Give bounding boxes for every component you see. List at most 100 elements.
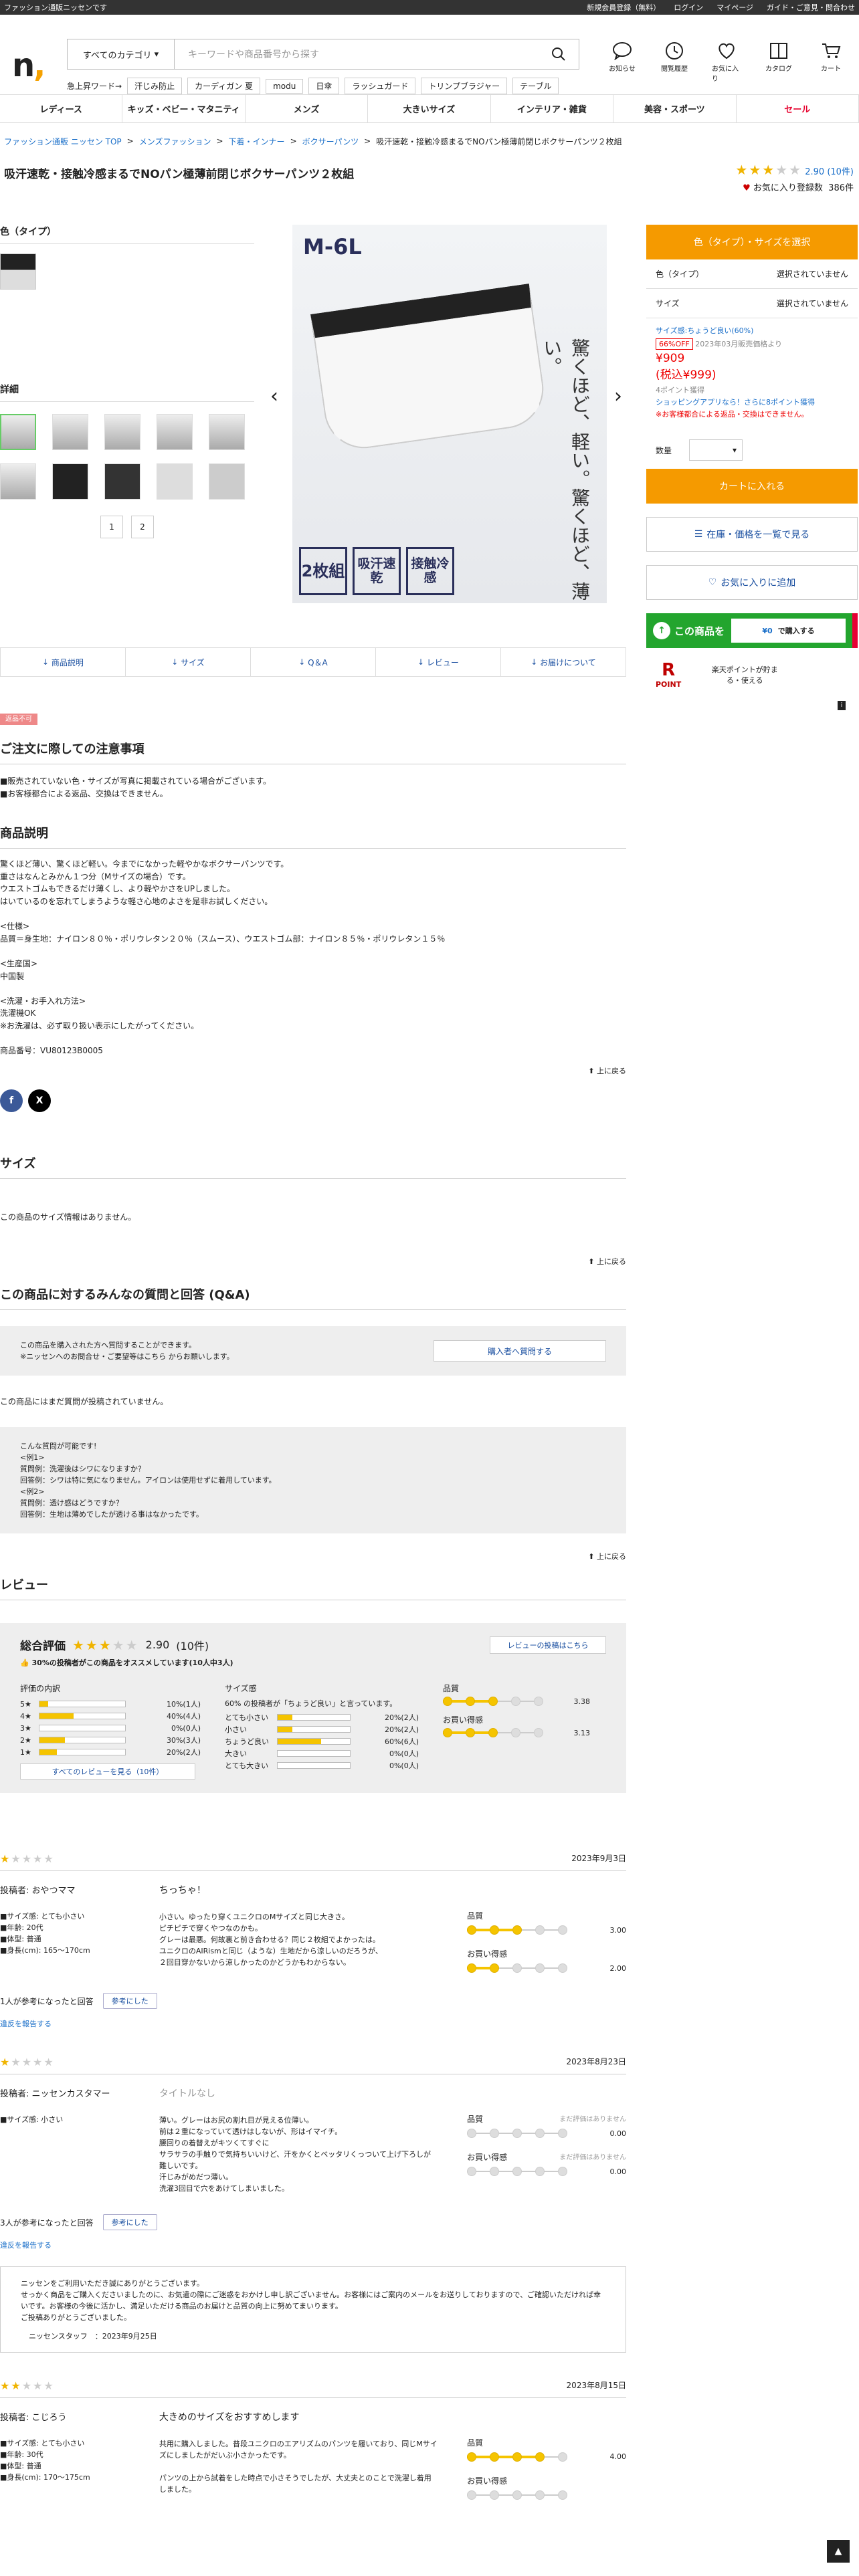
review-poster: 投稿者: こじろう <box>0 2412 67 2423</box>
cart-button[interactable]: カート <box>816 41 846 83</box>
hot-word[interactable]: ラッシュガード <box>345 78 416 94</box>
page-2-button[interactable]: 2 <box>131 516 154 538</box>
rating-stars: ★★★★★ <box>735 162 803 178</box>
nav-sale[interactable]: セール <box>737 95 859 122</box>
facebook-icon[interactable]: f <box>0 1089 23 1112</box>
back-to-top-link[interactable]: ⬆ 上に戻る <box>0 1065 626 1076</box>
add-favorite-button[interactable]: ♡ お気に入りに追加 <box>646 565 858 600</box>
category-select[interactable]: すべてのカテゴリ ▾ <box>68 39 175 69</box>
color-label: 色（タイプ） <box>0 225 254 244</box>
page-1-button[interactable]: 1 <box>100 516 123 538</box>
helpful-button[interactable]: 参考にした <box>102 1993 157 2009</box>
thumbnail[interactable] <box>104 414 140 450</box>
image-badge: 接触冷感 <box>406 547 454 595</box>
history-button[interactable]: 閲覧履歴 <box>660 41 689 83</box>
tab-delivery[interactable]: ↓ お届けについて <box>501 648 626 676</box>
thumbnail[interactable] <box>157 414 193 450</box>
nav-mens[interactable]: メンズ <box>246 95 369 122</box>
nav-ladies[interactable]: レディース <box>0 95 123 122</box>
prev-image-arrow[interactable]: ‹ <box>270 385 278 408</box>
hot-word[interactable]: カーディガン 夏 <box>187 78 261 94</box>
review-info: ■サイズ感: 小さい <box>0 2115 64 2124</box>
back-to-top-link[interactable]: ⬆ 上に戻る <box>0 1256 626 1267</box>
rakuten-point-note: 楽天ポイントが貯まる・使える <box>711 665 778 685</box>
scroll-top-button[interactable]: ▲ <box>827 2540 850 2563</box>
all-reviews-button[interactable]: すべてのレビューを見る（10件） <box>20 1763 195 1780</box>
color-option-row[interactable]: 色（タイプ） 選択されていません <box>646 259 858 289</box>
thumbnail[interactable] <box>0 414 36 450</box>
review-section: レビュー 総合評価 ★★★★★ 2.90 (10件) レビューの投稿はこちら 👍… <box>0 1576 626 1793</box>
review-item: ★★★★★ 2023年9月3日 投稿者: おやつママ ■サイズ感: とても小さい … <box>0 1852 626 2029</box>
tab-review[interactable]: ↓ レビュー <box>376 648 501 676</box>
guide-link[interactable]: ガイド・ご意見・問合わせ <box>767 2 855 13</box>
helpful-button[interactable]: 参考にした <box>102 2214 157 2231</box>
thumbnail-pager: 1 2 <box>0 516 254 538</box>
nav-beauty-sports[interactable]: 美容・スポーツ <box>613 95 737 122</box>
post-review-button[interactable]: レビューの投稿はこちら <box>490 1636 606 1654</box>
login-link[interactable]: ログイン <box>674 2 703 13</box>
tab-qa[interactable]: ↓ Q＆A <box>251 648 376 676</box>
breadcrumb-link[interactable]: ボクサーパンツ <box>302 136 359 147</box>
report-link[interactable]: 違反を報告する <box>0 2018 626 2029</box>
price-tax: (税込¥999) <box>656 368 717 382</box>
next-image-arrow[interactable]: › <box>614 385 622 408</box>
cart-icon <box>822 43 841 58</box>
app-points-link[interactable]: ショッピングアプリなら！さらに8ポイント獲得 <box>656 397 848 407</box>
color-swatch[interactable] <box>0 253 36 290</box>
notification-button[interactable]: お知らせ <box>607 41 637 83</box>
size-feel-link[interactable]: サイズ感:ちょうど良い(60%) <box>656 325 848 336</box>
thumbnail[interactable] <box>0 463 36 500</box>
back-to-top-link[interactable]: ⬆ 上に戻る <box>0 1551 626 1562</box>
thumbnail[interactable] <box>52 463 88 500</box>
hot-word[interactable]: トリンプブラジャー <box>421 78 508 94</box>
catalog-button[interactable]: カタログ <box>764 41 793 83</box>
nav-interior[interactable]: インテリア・雑貨 <box>491 95 614 122</box>
app-banner[interactable]: ↑ この商品を ¥0 で購入する <box>646 613 858 648</box>
favorite-count: ♥ お気に入り登録数 386件 <box>743 183 854 193</box>
register-link[interactable]: 新規会員登録（無料） <box>587 2 660 13</box>
thumbnail[interactable] <box>52 414 88 450</box>
thumbnail[interactable] <box>209 463 245 500</box>
add-to-cart-button[interactable]: カートに入れる <box>646 469 858 504</box>
site-logo[interactable]: n, <box>12 47 45 84</box>
tab-description[interactable]: ↓ 商品説明 <box>1 648 126 676</box>
search-button[interactable] <box>539 39 579 69</box>
mypage-link[interactable]: マイページ <box>717 2 753 13</box>
tab-size[interactable]: ↓ サイズ <box>126 648 251 676</box>
rating-value-link[interactable]: 2.90 (10件) <box>805 167 854 177</box>
hot-word[interactable]: modu <box>266 78 304 94</box>
staff-reply: ニッセンをご利用いただき誠にありがとうございます。 せっかく商品をご購入ください… <box>0 2266 626 2353</box>
purchase-panel: 色（タイプ）・サイズを選択 色（タイプ） 選択されていません サイズ 選択されていま… <box>646 225 858 689</box>
thumbnail[interactable] <box>104 463 140 500</box>
breadcrumb-link[interactable]: ファッション通販 ニッセン TOP <box>4 136 122 147</box>
search-icon <box>552 47 565 61</box>
breakdown-bar <box>39 1725 126 1731</box>
review-headline: 大きめのサイズをおすすめします <box>159 2411 300 2423</box>
info-icon[interactable]: i <box>838 701 846 710</box>
qa-title: この商品に対するみんなの質問と回答 (Q&A) <box>0 1285 626 1310</box>
hot-word[interactable]: 日傘 <box>308 78 340 94</box>
size-option-row[interactable]: サイズ 選択されていません <box>646 289 858 318</box>
hot-word[interactable]: 汗じみ防止 <box>127 78 183 94</box>
image-size-label: M-6L <box>303 234 362 259</box>
ask-question-button[interactable]: 購入者へ質問する <box>434 1340 606 1362</box>
nav-kids[interactable]: キッズ・ベビー・マタニティ <box>122 95 246 122</box>
review-date: 2023年8月15日 <box>566 2380 626 2390</box>
thumbnail[interactable] <box>209 414 245 450</box>
favorites-button[interactable]: お気に入り <box>712 41 741 83</box>
report-link[interactable]: 違反を報告する <box>0 2240 626 2250</box>
thumbnail[interactable] <box>157 463 193 500</box>
size-section: サイズ この商品のサイズ情報はありません。 ⬆ 上に戻る <box>0 1154 626 1267</box>
x-icon[interactable]: X <box>28 1089 51 1112</box>
quantity-select[interactable]: ▾ <box>689 439 743 461</box>
breadcrumb: ファッション通販 ニッセン TOP > メンズファッション > 下着・インナー > ボ… <box>4 136 622 147</box>
nav-large-size[interactable]: 大きいサイズ <box>368 95 491 122</box>
search-input[interactable]: キーワードや商品番号から探す <box>175 39 539 69</box>
stock-list-button[interactable]: ☰ 在庫・価格を一覧で見る <box>646 517 858 552</box>
size-text: この商品のサイズ情報はありません。 <box>0 1212 136 1222</box>
breadcrumb-link[interactable]: メンズファッション <box>139 136 211 147</box>
breadcrumb-link[interactable]: 下着・インナー <box>229 136 285 147</box>
select-option-button[interactable]: 色（タイプ）・サイズを選択 <box>646 225 858 259</box>
hot-word[interactable]: テーブル <box>512 78 559 94</box>
helpful-count: 3人が参考になったと回答 <box>0 2218 94 2228</box>
